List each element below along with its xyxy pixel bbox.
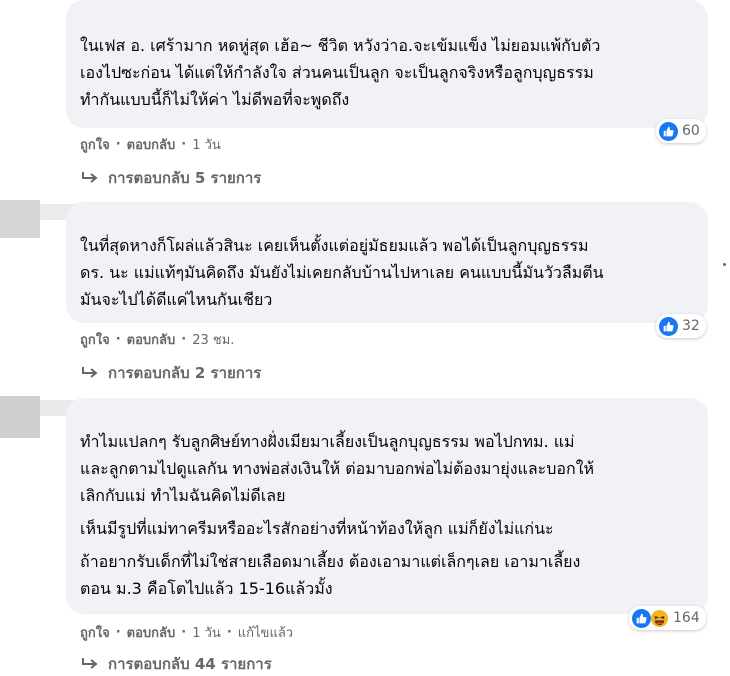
- like-icon: [659, 121, 678, 141]
- reaction-summary[interactable]: 32: [656, 314, 706, 338]
- reply-button[interactable]: ตอบกลับ: [127, 622, 176, 643]
- reply-arrow-icon: [82, 658, 98, 669]
- reaction-summary[interactable]: 60: [656, 119, 706, 143]
- comment-text: ในเฟส อ. เศร้ามาก หดหู่สุด เฮ้อ~ ชีวิต ห…: [80, 36, 601, 109]
- comment-paragraph: เห็นมีรูปที่แม่ทาครีมหรืออะไรสักอย่างที่…: [80, 519, 554, 538]
- like-button[interactable]: ถูกใจ: [80, 329, 110, 350]
- comment-bubble: ในที่สุดหางก็โผล่แล้วสินะ เคยเห็นตั้งแต่…: [66, 202, 708, 323]
- view-replies-link[interactable]: การตอบกลับ 2 รายการ: [80, 361, 261, 385]
- reply-button[interactable]: ตอบกลับ: [127, 329, 176, 350]
- avatar-blurred: [0, 396, 40, 438]
- edited-label: แก้ไขแล้ว: [237, 626, 294, 641]
- timestamp[interactable]: 1 วัน: [192, 134, 221, 155]
- comment-text: ในที่สุดหางก็โผล่แล้วสินะ เคยเห็นตั้งแต่…: [80, 236, 604, 309]
- reaction-count: 32: [682, 318, 700, 334]
- reaction-count: 60: [682, 123, 700, 139]
- like-icon: [659, 316, 678, 336]
- comment-paragraph: ทำไมแปลกๆ รับลูกศิษย์ทางฝั่งเมียมาเลี้ยง…: [80, 432, 595, 505]
- comment-bubble: ทำไมแปลกๆ รับลูกศิษย์ทางฝั่งเมียมาเลี้ยง…: [66, 398, 708, 614]
- reaction-summary[interactable]: 164: [629, 606, 706, 630]
- view-replies-link[interactable]: การตอบกลับ 5 รายการ: [80, 166, 261, 190]
- avatar-blurred: [0, 200, 40, 238]
- timestamp[interactable]: 23 ชม.: [192, 329, 234, 350]
- like-button[interactable]: ถูกใจ: [80, 622, 110, 643]
- reaction-count: 164: [673, 610, 700, 626]
- like-button[interactable]: ถูกใจ: [80, 134, 110, 155]
- comment-actions: ถูกใจ · ตอบกลับ · 1 วัน · แก้ไขแล้ว: [80, 622, 293, 643]
- reply-arrow-icon: [82, 367, 98, 378]
- haha-icon: [650, 608, 669, 628]
- comment-bubble: ในเฟส อ. เศร้ามาก หดหู่สุด เฮ้อ~ ชีวิต ห…: [66, 0, 708, 128]
- reply-arrow-icon: [82, 172, 98, 183]
- like-icon: [632, 608, 651, 628]
- view-replies-link[interactable]: การตอบกลับ 44 รายการ: [80, 652, 272, 676]
- comment-actions: ถูกใจ · ตอบกลับ · 1 วัน: [80, 134, 221, 155]
- scroll-indicator: [723, 263, 726, 266]
- comment-paragraph: ถ้าอยากรับเด็กที่ไม่ใช่สายเลือดมาเลี้ยง …: [80, 552, 581, 598]
- reply-button[interactable]: ตอบกลับ: [127, 134, 176, 155]
- comment-actions: ถูกใจ · ตอบกลับ · 23 ชม.: [80, 329, 234, 350]
- timestamp[interactable]: 1 วัน: [192, 622, 221, 643]
